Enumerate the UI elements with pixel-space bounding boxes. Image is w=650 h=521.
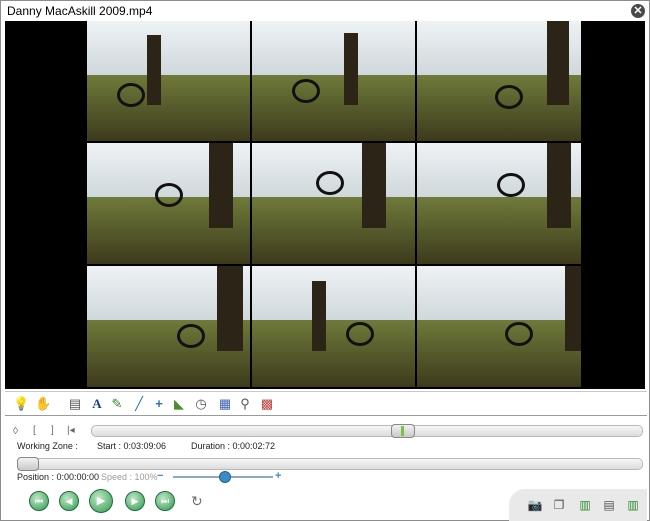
first-frame-button[interactable]: ⏮: [29, 491, 49, 511]
export-diptych-icon[interactable]: ▥: [625, 497, 641, 513]
play-button[interactable]: ▶: [89, 489, 113, 513]
drawing-toolbar: 💡 ✋ ▤ A ✎ ╱ + ◣ ◷ ▦ ⚲ ▩: [5, 391, 647, 416]
speed-label: Speed : 100%: [101, 472, 158, 482]
frame-2[interactable]: [252, 21, 415, 141]
frame-4[interactable]: [87, 143, 250, 264]
position-handle[interactable]: [17, 457, 39, 471]
mosaic-grid: [87, 21, 581, 387]
working-zone-track[interactable]: [91, 425, 643, 437]
angle-icon[interactable]: ◣: [171, 396, 187, 412]
previous-frame-button[interactable]: ◀: [59, 491, 79, 511]
frame-1[interactable]: [87, 21, 250, 141]
working-zone-handle[interactable]: [391, 424, 415, 438]
pencil-icon[interactable]: ✎: [109, 396, 125, 412]
duration-label: Duration : 0:00:02:72: [191, 441, 276, 451]
position-track[interactable]: [17, 458, 643, 470]
frame-6[interactable]: [417, 143, 581, 264]
hand-icon[interactable]: ✋: [35, 396, 51, 412]
frame-3[interactable]: [417, 21, 581, 141]
speed-slider-knob[interactable]: [219, 471, 231, 483]
mark-start-icon[interactable]: [: [33, 425, 36, 436]
export-video-icon[interactable]: ▥: [577, 497, 593, 513]
working-zone-label: Working Zone :: [17, 441, 78, 451]
next-frame-button[interactable]: ▶: [125, 491, 145, 511]
line-icon[interactable]: ╱: [131, 396, 147, 412]
frame-5[interactable]: [252, 143, 415, 264]
go-to-start-icon[interactable]: |◂: [67, 425, 75, 436]
player-controls: ◊ [ ] |◂ Working Zone : Start : 0:03:09:…: [5, 415, 647, 521]
export-panel: 📷 ❐ ▥ ▤ ▥: [509, 489, 647, 521]
player-window: Danny MacAskill 2009.mp4 ✕ 💡 ✋ ▤ A ✎ ╱ +…: [0, 0, 650, 521]
mark-end-icon[interactable]: ]: [51, 425, 54, 436]
speed-plus-button[interactable]: +: [275, 470, 281, 482]
page-icon[interactable]: ▤: [67, 396, 83, 412]
magnifier-icon[interactable]: ⚲: [237, 396, 253, 412]
start-label: Start : 0:03:09:06: [97, 441, 167, 451]
loop-icon[interactable]: ↻: [191, 493, 203, 510]
snapshot-icon[interactable]: 📷: [527, 497, 543, 513]
frame-7[interactable]: [87, 266, 250, 387]
frame-8[interactable]: [252, 266, 415, 387]
speed-minus-button[interactable]: −: [157, 470, 163, 482]
color-icon[interactable]: ▩: [259, 396, 275, 412]
frame-9[interactable]: [417, 266, 581, 387]
last-frame-button[interactable]: ⏭: [155, 491, 175, 511]
cross-icon[interactable]: +: [151, 396, 167, 412]
multi-snapshot-icon[interactable]: ❐: [551, 497, 567, 513]
window-title: Danny MacAskill 2009.mp4: [7, 4, 153, 18]
chrono-icon[interactable]: ◷: [193, 396, 209, 412]
position-label: Position : 0:00:00:00: [17, 472, 100, 482]
text-icon[interactable]: A: [89, 396, 105, 412]
lock-icon[interactable]: ◊: [13, 426, 18, 437]
export-slideshow-icon[interactable]: ▤: [601, 497, 617, 513]
title-bar: Danny MacAskill 2009.mp4 ✕: [1, 1, 649, 21]
close-icon[interactable]: ✕: [631, 4, 645, 18]
grid-icon[interactable]: ▦: [217, 396, 233, 412]
video-viewport[interactable]: [5, 21, 645, 389]
bulb-icon[interactable]: 💡: [13, 396, 29, 412]
